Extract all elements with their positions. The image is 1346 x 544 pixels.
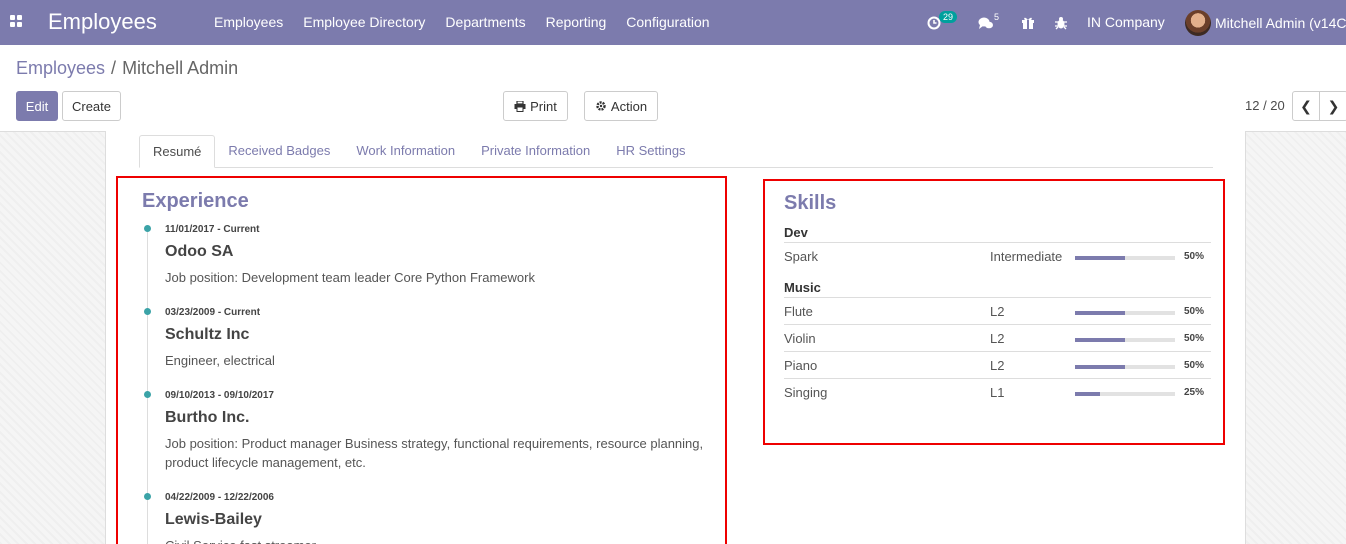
experience-date: 04/22/2009 - 12/22/2006: [165, 492, 274, 503]
experience-date: 11/01/2017 - Current: [165, 224, 260, 235]
skill-progress-bar: [1075, 256, 1175, 260]
skill-row[interactable]: Flute L2 50%: [784, 297, 1211, 324]
experience-item: 03/23/2009 - Current Schultz Inc Enginee…: [144, 307, 715, 370]
breadcrumb-separator: /: [111, 58, 117, 78]
skill-percent: 50%: [1184, 333, 1205, 344]
experience-company: Burtho Inc.: [165, 409, 250, 426]
breadcrumb-parent[interactable]: Employees: [16, 58, 105, 78]
skill-percent: 50%: [1184, 306, 1205, 317]
debug-menu[interactable]: [1054, 0, 1068, 45]
experience-date: 09/10/2013 - 09/10/2017: [165, 390, 274, 401]
create-button[interactable]: Create: [62, 91, 121, 121]
timeline-dot: [144, 391, 151, 398]
menu-departments[interactable]: Departments: [435, 0, 535, 45]
experience-description: Job position: Development team leader Co…: [165, 270, 535, 285]
skill-level: L2: [990, 331, 1005, 346]
activity-menu[interactable]: 29: [927, 0, 958, 45]
gear-icon: [596, 101, 606, 111]
skill-row[interactable]: Piano L2 50%: [784, 351, 1211, 378]
chevron-left-icon: ❮: [1300, 97, 1312, 114]
create-label: Create: [71, 98, 112, 114]
menu-employees[interactable]: Employees: [204, 0, 293, 45]
action-label: Action: [610, 98, 648, 114]
skill-level: L2: [990, 304, 1005, 319]
skill-name: Flute: [784, 304, 813, 319]
print-button[interactable]: Print: [503, 91, 568, 121]
edit-button[interactable]: Edit: [16, 91, 58, 121]
chevron-right-icon: ❯: [1327, 97, 1340, 114]
app-title: Employees: [48, 9, 157, 34]
app-menu-icon[interactable]: [10, 15, 24, 29]
experience-title: Experience: [142, 190, 249, 212]
experience-date: 03/23/2009 - Current: [165, 307, 261, 318]
pager-previous-button[interactable]: ❮: [1292, 91, 1320, 121]
skill-progress-bar: [1075, 338, 1175, 342]
experience-item: 11/01/2017 - Current Odoo SA Job positio…: [144, 224, 715, 287]
experience-description: Civil Service fast streamer: [165, 536, 715, 544]
experience-item: 04/22/2009 - 12/22/2006 Lewis-Bailey Civ…: [144, 492, 715, 544]
print-label: Print: [530, 98, 557, 114]
top-navbar: Employees Employees Employee Directory D…: [0, 0, 1346, 45]
menu-reporting[interactable]: Reporting: [536, 0, 617, 45]
skill-percent: 50%: [1184, 360, 1205, 371]
pager-value: 12 / 20: [1245, 98, 1285, 113]
breadcrumb: Employees / Mitchell Admin: [16, 58, 238, 79]
action-button[interactable]: Action: [584, 91, 658, 121]
skill-name: Spark: [784, 249, 818, 264]
gift-icon: [1022, 17, 1034, 29]
tab-received-badges[interactable]: Received Badges: [215, 135, 343, 167]
skill-group-title: Dev: [784, 225, 808, 240]
form-tabs: Resumé Received Badges Work Information …: [139, 135, 1213, 168]
company-switcher[interactable]: IN Company: [1087, 0, 1165, 45]
menu-configuration[interactable]: Configuration: [616, 0, 719, 45]
main-menu: Employees Employee Directory Departments…: [204, 0, 720, 45]
experience-description: Engineer, electrical: [165, 353, 275, 368]
skill-level: L2: [990, 358, 1005, 373]
skill-percent: 25%: [1184, 387, 1205, 398]
timeline-dot: [144, 308, 151, 315]
skill-row[interactable]: Spark Intermediate 50%: [784, 242, 1211, 269]
activity-count-badge: 29: [939, 10, 958, 23]
pager-next-button[interactable]: ❯: [1320, 91, 1346, 121]
message-count-badge: 5: [994, 11, 1000, 22]
skill-progress-bar: [1075, 311, 1175, 315]
skill-row[interactable]: Singing L1 25%: [784, 378, 1211, 405]
experience-company: Lewis-Bailey: [165, 511, 262, 528]
experience-item: 09/10/2013 - 09/10/2017 Burtho Inc. Job …: [144, 390, 715, 472]
skill-progress-bar: [1075, 365, 1175, 369]
user-menu[interactable]: Mitchell Admin (v14CE: [1185, 10, 1346, 36]
skill-progress-bar: [1075, 392, 1175, 396]
experience-description: Job position: Product manager Business s…: [165, 436, 704, 470]
avatar: [1185, 10, 1211, 36]
tab-resume[interactable]: Resumé: [139, 135, 216, 168]
menu-employee-directory[interactable]: Employee Directory: [293, 0, 435, 45]
skill-name: Violin: [784, 331, 816, 346]
experience-company: Schultz Inc: [165, 326, 250, 343]
timeline-dot: [144, 225, 151, 232]
timeline-dot: [144, 493, 151, 500]
bug-icon: [1055, 16, 1067, 29]
messaging-menu[interactable]: 5: [978, 0, 1001, 45]
user-name: Mitchell Admin (v14CE: [1215, 15, 1346, 31]
print-icon: [514, 100, 526, 112]
skills-title: Skills: [784, 192, 837, 214]
skill-group-title: Music: [784, 280, 821, 295]
experience-company: Odoo SA: [165, 243, 234, 260]
skill-row[interactable]: Violin L2 50%: [784, 324, 1211, 351]
edit-label: Edit: [25, 98, 49, 114]
skill-level: Intermediate: [990, 249, 1063, 264]
gift-menu[interactable]: [1021, 0, 1035, 45]
skill-level: L1: [990, 385, 1005, 400]
skill-name: Piano: [784, 358, 818, 373]
tab-work-information[interactable]: Work Information: [343, 135, 468, 167]
tab-private-information[interactable]: Private Information: [468, 135, 603, 167]
skill-name: Singing: [784, 385, 828, 400]
breadcrumb-current: Mitchell Admin: [122, 58, 239, 78]
tab-hr-settings[interactable]: HR Settings: [603, 135, 698, 167]
skill-percent: 50%: [1184, 251, 1205, 262]
